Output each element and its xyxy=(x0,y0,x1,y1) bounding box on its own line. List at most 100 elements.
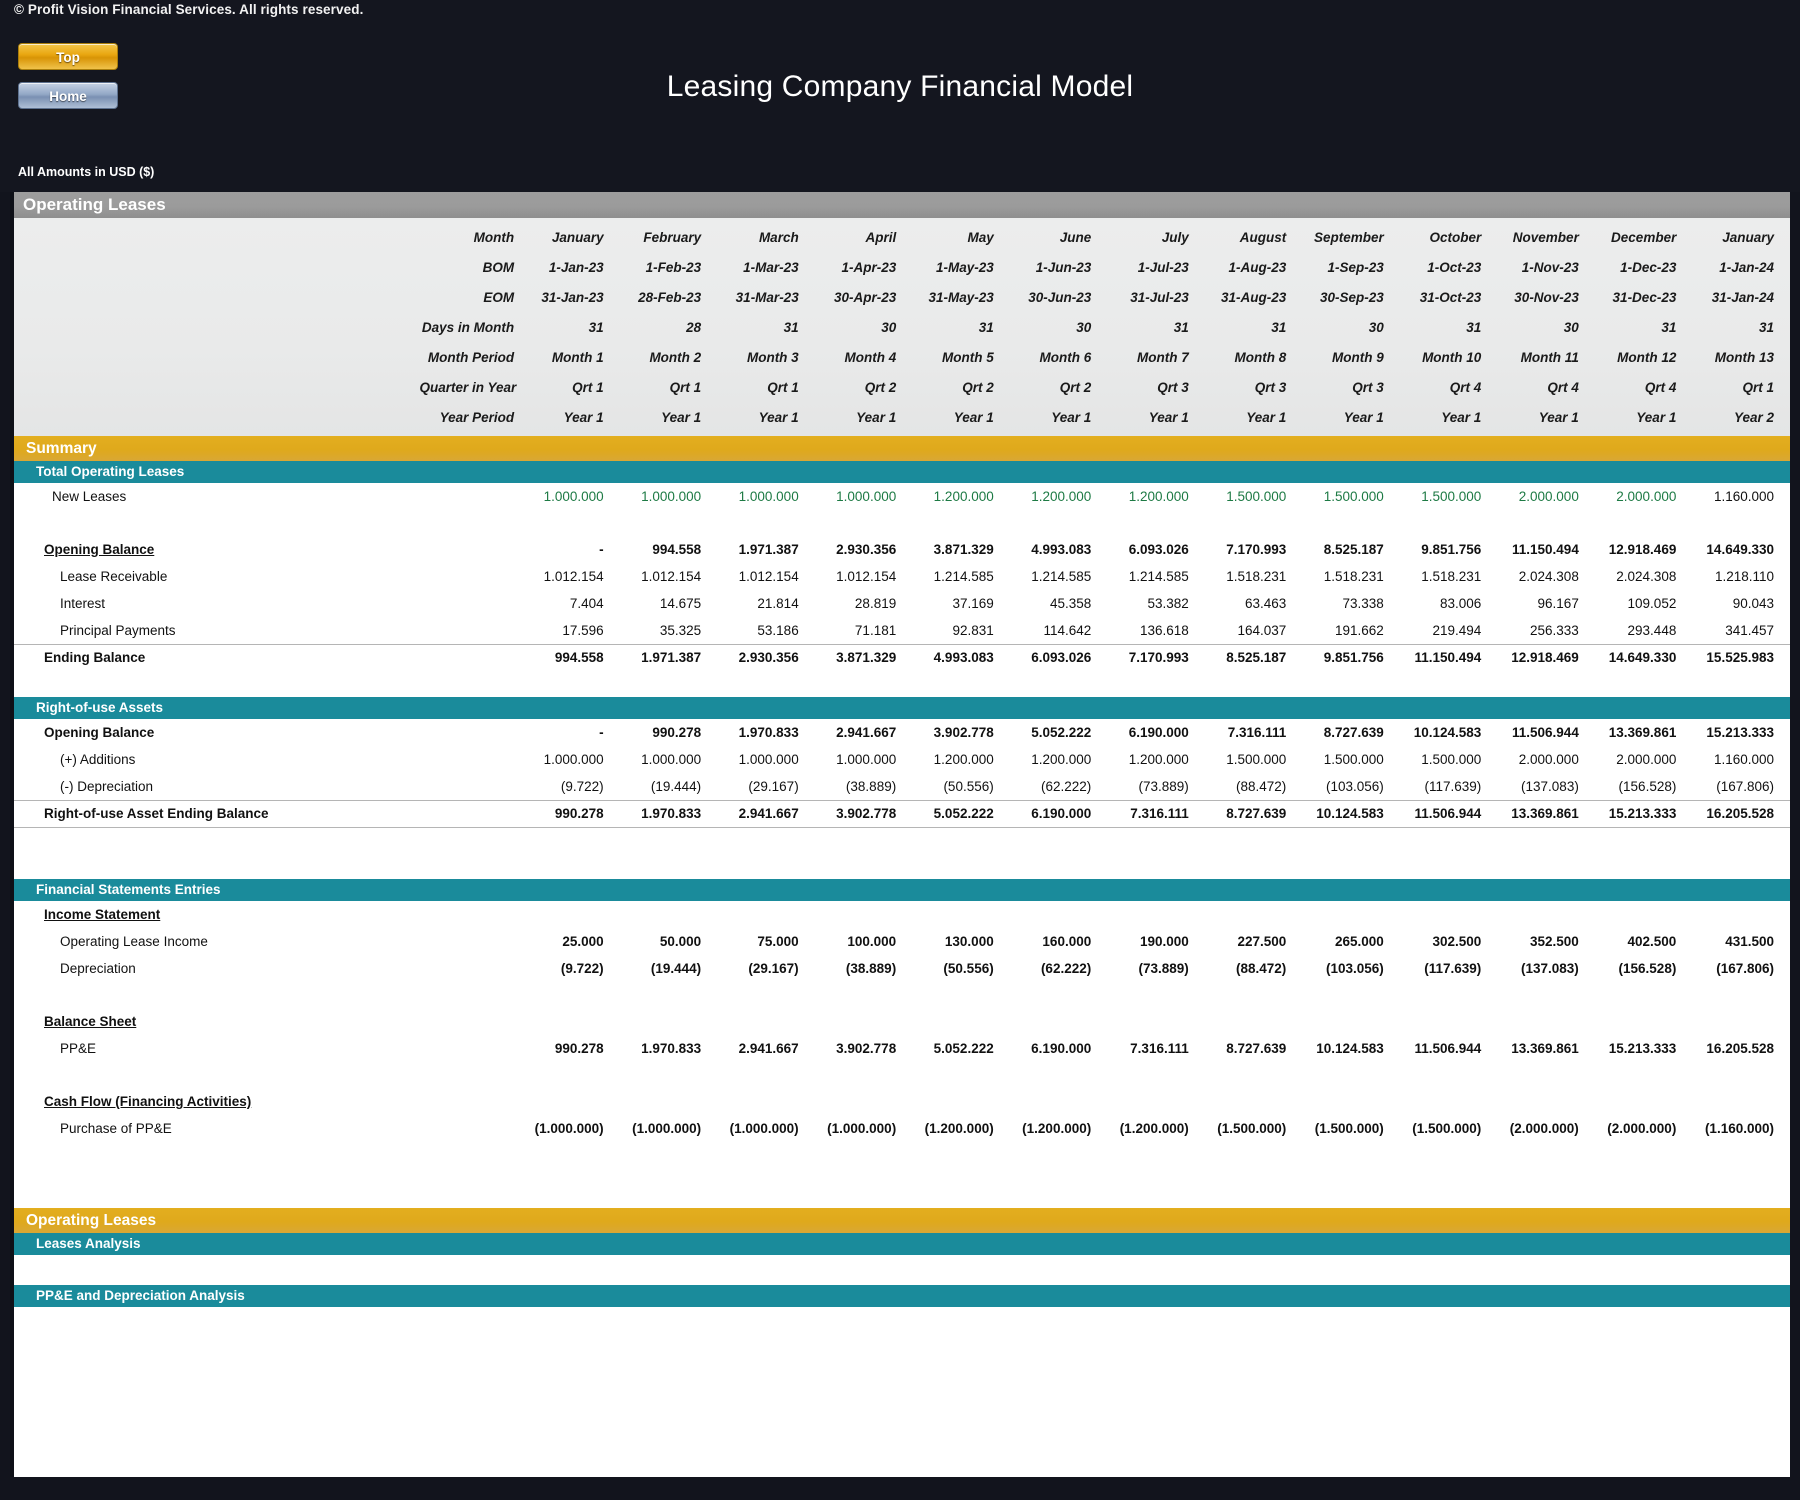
quarter-m3: Qrt 1 xyxy=(767,379,799,395)
date-header-block: Month January February March April May J… xyxy=(14,218,1790,436)
rou-depreciation-m6: (62.222) xyxy=(1009,773,1108,801)
rou-additions-m9: 1.500.000 xyxy=(1323,752,1384,767)
rou-ending-balance-m7: 7.316.111 xyxy=(1107,800,1205,828)
ol-ending-balance-m4: 3.871.329 xyxy=(836,650,897,666)
rou-opening-balance-m1: - xyxy=(599,725,604,740)
yperiod-m5: Year 1 xyxy=(953,409,994,425)
mperiod-m13: Month 13 xyxy=(1714,349,1774,365)
days-m11: 30 xyxy=(1563,319,1579,335)
section-banner-leases-analysis[interactable]: Leases Analysis xyxy=(14,1233,1790,1255)
quarter-m10: Qrt 4 xyxy=(1449,379,1482,395)
quarter-m13: Qrt 1 xyxy=(1742,379,1774,395)
new-leases-m10[interactable]: 1.500.000 xyxy=(1400,483,1498,510)
rou-additions-m7: 1.200.000 xyxy=(1128,752,1189,767)
principal-payments-m9: 191.662 xyxy=(1302,617,1400,645)
mperiod-m7: Month 7 xyxy=(1137,349,1189,365)
ol-opening-balance-m2: 994.558 xyxy=(652,542,702,557)
table-row-rou-ending-balance: Right-of-use Asset Ending Balance 990.27… xyxy=(14,800,1790,828)
table-row-principal-payments: Principal Payments 17.596 35.325 53.186 … xyxy=(14,617,1790,645)
purchase-ppe-m11: (2.000.000) xyxy=(1509,1121,1579,1136)
rou-ending-balance-m4: 3.902.778 xyxy=(814,800,913,828)
table-row-operating-lease-income: Operating Lease Income 25.000 50.000 75.… xyxy=(14,928,1790,955)
section-banner-financial-statements-entries: Financial Statements Entries xyxy=(14,879,1790,901)
new-leases-m3[interactable]: 1.000.000 xyxy=(717,483,815,510)
rou-additions-m10: 1.500.000 xyxy=(1421,752,1482,767)
ol-ending-balance-m13: 15.525.983 xyxy=(1706,650,1774,666)
new-leases-m13[interactable]: 1.160.000 xyxy=(1692,483,1790,510)
eom-m6: 30-Jun-23 xyxy=(1028,289,1092,305)
new-leases-m9[interactable]: 1.500.000 xyxy=(1302,483,1400,510)
financial-model-page: © Profit Vision Financial Services. All … xyxy=(0,0,1800,1500)
lease-receivable-m1: 1.012.154 xyxy=(543,569,604,584)
ol-opening-balance-m1: - xyxy=(599,542,604,557)
days-m6: 30 xyxy=(1076,319,1092,335)
operating-lease-income-m1: 25.000 xyxy=(562,934,604,949)
principal-payments-m3: 53.186 xyxy=(717,617,815,645)
top-header-bar: © Profit Vision Financial Services. All … xyxy=(0,0,1800,192)
principal-payments-m7: 136.618 xyxy=(1107,617,1205,645)
rou-depreciation-m9: (103.056) xyxy=(1302,773,1400,801)
table-row-is-depreciation: Depreciation (9.722) (19.444) (29.167) (… xyxy=(14,955,1790,982)
ol-ending-balance-m8: 8.525.187 xyxy=(1226,650,1287,666)
month-m8: August xyxy=(1239,229,1287,245)
rou-ending-balance-m13: 16.205.528 xyxy=(1692,800,1790,828)
lease-receivable-m9: 1.518.231 xyxy=(1323,569,1384,584)
rou-additions-m2: 1.000.000 xyxy=(641,752,702,767)
new-leases-m5[interactable]: 1.200.000 xyxy=(912,483,1010,510)
table-row-rou-additions: (+) Additions 1.000.000 1.000.000 1.000.… xyxy=(14,746,1790,773)
is-depreciation-m2: (19.444) xyxy=(650,961,702,976)
spacer-cell xyxy=(14,1062,1790,1088)
rou-opening-balance-m6: 5.052.222 xyxy=(1031,725,1092,740)
lease-receivable-m13: 1.218.110 xyxy=(1714,569,1774,584)
ppe-m8: 8.727.639 xyxy=(1226,1041,1287,1056)
mperiod-m3: Month 3 xyxy=(746,349,799,365)
bom-m1: 1-Jan-23 xyxy=(548,259,604,275)
table-row-ending-balance: Ending Balance 994.558 1.971.387 2.930.3… xyxy=(14,644,1790,671)
top-nav-button[interactable]: Top xyxy=(18,43,118,70)
lease-receivable-m4: 1.012.154 xyxy=(836,569,897,584)
month-m5: May xyxy=(967,229,994,245)
operating-lease-income-m7: 190.000 xyxy=(1139,934,1189,949)
bom-m13: 1-Jan-24 xyxy=(1719,259,1774,275)
new-leases-m12[interactable]: 2.000.000 xyxy=(1595,483,1693,510)
eom-m3: 31-Mar-23 xyxy=(735,289,799,305)
new-leases-m8[interactable]: 1.500.000 xyxy=(1205,483,1303,510)
days-m9: 30 xyxy=(1368,319,1384,335)
rou-opening-balance-m5: 3.902.778 xyxy=(933,725,994,740)
month-m3: March xyxy=(758,229,799,245)
yperiod-m9: Year 1 xyxy=(1343,409,1384,425)
operating-lease-income-m6: 160.000 xyxy=(1042,934,1092,949)
table-row-spacer xyxy=(14,1194,1790,1208)
rou-additions-m13: 1.160.000 xyxy=(1713,752,1774,767)
new-leases-m4[interactable]: 1.000.000 xyxy=(815,483,913,510)
ol-opening-balance-m13: 14.649.330 xyxy=(1706,542,1774,557)
ol-ending-balance-m1: 994.558 xyxy=(554,650,604,666)
spacer-cell xyxy=(14,510,1790,536)
rou-additions-m12: 2.000.000 xyxy=(1616,752,1677,767)
table-row-ppe: PP&E 990.278 1.970.833 2.941.667 3.902.7… xyxy=(14,1035,1790,1062)
spacer-cell xyxy=(14,372,420,402)
new-leases-m7[interactable]: 1.200.000 xyxy=(1107,483,1205,510)
ol-opening-balance-m6: 4.993.083 xyxy=(1031,542,1092,557)
new-leases-m2[interactable]: 1.000.000 xyxy=(620,483,718,510)
ppe-analysis-content-area xyxy=(14,1307,1790,1359)
yperiod-m3: Year 1 xyxy=(758,409,799,425)
ol-opening-balance-m9: 8.525.187 xyxy=(1323,542,1384,557)
month-m13: January xyxy=(1722,229,1774,245)
operating-lease-income-m3: 75.000 xyxy=(757,934,799,949)
quarter-m9: Qrt 3 xyxy=(1352,379,1384,395)
lease-receivable-m12: 2.024.308 xyxy=(1616,569,1677,584)
new-leases-m6[interactable]: 1.200.000 xyxy=(1010,483,1108,510)
new-leases-m11[interactable]: 2.000.000 xyxy=(1497,483,1595,510)
section-banner-ppe-depreciation-analysis[interactable]: PP&E and Depreciation Analysis xyxy=(14,1285,1790,1307)
new-leases-m1[interactable]: 1.000.000 xyxy=(522,483,620,510)
rou-additions-m4: 1.000.000 xyxy=(836,752,897,767)
purchase-ppe-m4: (1.000.000) xyxy=(827,1121,897,1136)
eom-m1: 31-Jan-23 xyxy=(541,289,604,305)
interest-m3: 21.814 xyxy=(757,596,799,611)
ppe-m2: 1.970.833 xyxy=(641,1041,702,1056)
page-title: Leasing Company Financial Model xyxy=(666,70,1134,103)
rou-depreciation-m4: (38.889) xyxy=(814,773,913,801)
ol-ending-balance-m11: 12.918.469 xyxy=(1511,650,1579,666)
row-label-is-depreciation: Depreciation xyxy=(60,961,136,976)
